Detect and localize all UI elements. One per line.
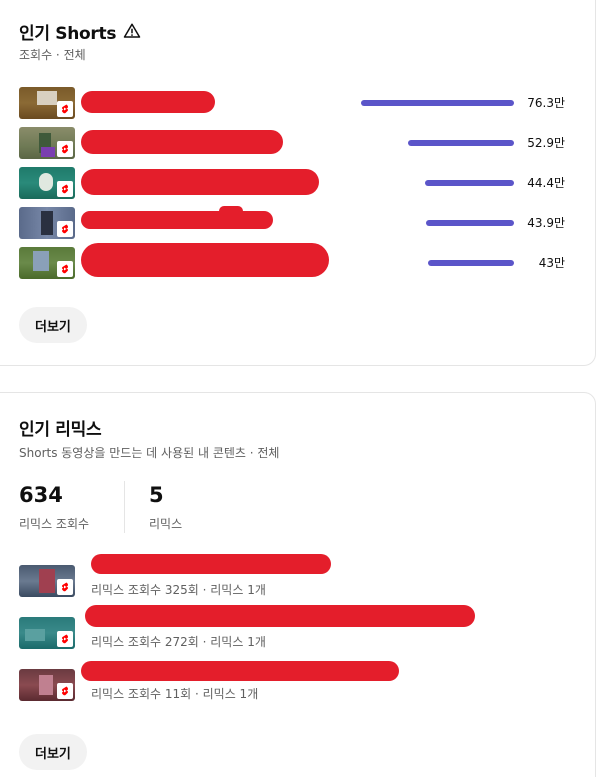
popular-remix-card: 인기 리믹스 Shorts 동영상을 만드는 데 사용된 내 콘텐츠 · 전체 … — [0, 392, 596, 777]
remix-meta: 리믹스 조회수 11회 · 리믹스 1개 — [91, 687, 259, 701]
popular-shorts-card: 인기 Shorts 조회수 · 전체 76.3만 52.9만 44.4만 43.… — [0, 0, 596, 366]
remix-thumbnail[interactable] — [19, 669, 75, 701]
remix-thumbnail[interactable] — [19, 617, 75, 649]
show-more-button[interactable]: 더보기 — [19, 307, 87, 343]
remix-meta: 리믹스 조회수 272회 · 리믹스 1개 — [91, 635, 266, 649]
short-thumbnail[interactable] — [19, 247, 75, 279]
short-thumbnail[interactable] — [19, 167, 75, 199]
views-value: 43만 — [538, 256, 565, 270]
section-title: 인기 Shorts — [19, 24, 117, 44]
section-subtitle: Shorts 동영상을 만드는 데 사용된 내 콘텐츠 · 전체 — [19, 446, 280, 460]
section-subtitle: 조회수 · 전체 — [19, 48, 86, 62]
views-value: 44.4만 — [527, 176, 565, 190]
shorts-icon — [57, 631, 73, 647]
short-thumbnail[interactable] — [19, 87, 75, 119]
remix-views-label: 리믹스 조회수 — [19, 517, 90, 531]
remix-thumbnail[interactable] — [19, 565, 75, 597]
stat-divider — [124, 481, 125, 533]
redacted-title-mark — [219, 206, 243, 216]
redacted-title — [91, 554, 331, 574]
shorts-icon — [57, 101, 73, 117]
redacted-title — [81, 243, 329, 277]
redacted-title — [85, 605, 475, 627]
short-thumbnail[interactable] — [19, 127, 75, 159]
shorts-icon — [57, 579, 73, 595]
redacted-title — [81, 661, 399, 681]
views-value: 52.9만 — [527, 136, 565, 150]
shorts-icon — [57, 683, 73, 699]
warning-triangle-icon[interactable] — [123, 22, 141, 40]
shorts-icon — [57, 221, 73, 237]
remix-count: 5 — [149, 483, 164, 507]
short-thumbnail[interactable] — [19, 207, 75, 239]
views-value: 76.3만 — [527, 96, 565, 110]
section-title: 인기 리믹스 — [19, 420, 102, 440]
shorts-icon — [57, 181, 73, 197]
redacted-title — [81, 211, 273, 229]
shorts-icon — [57, 141, 73, 157]
remix-views-count: 634 — [19, 483, 63, 507]
shorts-icon — [57, 261, 73, 277]
redacted-title — [81, 91, 215, 113]
views-value: 43.9만 — [527, 216, 565, 230]
remix-count-label: 리믹스 — [149, 517, 183, 531]
redacted-title — [81, 130, 283, 154]
redacted-title — [81, 169, 319, 195]
show-more-button[interactable]: 더보기 — [19, 734, 87, 770]
remix-meta: 리믹스 조회수 325회 · 리믹스 1개 — [91, 583, 266, 597]
